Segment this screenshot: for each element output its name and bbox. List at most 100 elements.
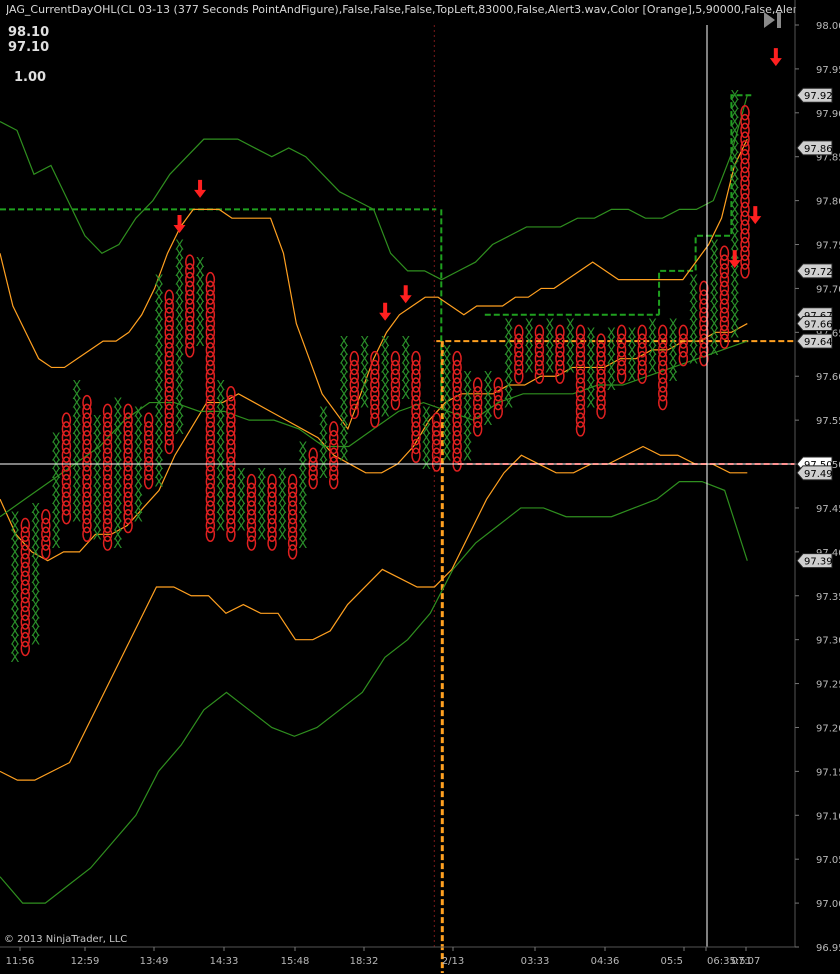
pnf-x-box: X — [31, 502, 40, 517]
price-tick-label: 96.95 — [816, 943, 840, 954]
pnf-o-box — [370, 350, 380, 367]
pnf-x-box: X — [586, 326, 595, 341]
price-tick-label: 97.15 — [816, 767, 840, 778]
pnf-o-box — [411, 350, 421, 367]
price-tick-label: 97.90 — [816, 109, 840, 120]
pnf-x-box: X — [72, 379, 81, 394]
price-marker-label: 97.72 — [804, 267, 833, 278]
price-tick-label: 97.60 — [816, 372, 840, 383]
pnf-x-box: X — [340, 335, 349, 350]
time-tick-label: 13:49 — [140, 956, 169, 967]
pnf-x-box: X — [484, 370, 493, 385]
time-tick-label: 11:56 — [6, 956, 35, 967]
pnf-o-box — [452, 350, 462, 367]
price-tick-label: 97.30 — [816, 636, 840, 647]
pnf-x-box: X — [93, 414, 102, 429]
price-tick-label: 97.20 — [816, 723, 840, 734]
pnf-o-box — [431, 412, 442, 428]
time-tick-label: 05:5 — [661, 956, 683, 967]
price-chart[interactable]: XXXXXXXXXXXXXXXXXXXXXXXXXXXXXXXXXXXXXXXX… — [0, 0, 840, 974]
price-axis: 98.0097.9597.9097.8597.8097.7597.7097.65… — [794, 0, 840, 954]
pnf-x-box: X — [442, 344, 451, 359]
pnf-x-box: X — [381, 335, 390, 350]
price-tick-label: 97.95 — [816, 65, 840, 76]
pnf-o-box — [82, 394, 92, 411]
time-tick-label: 04:36 — [591, 956, 620, 967]
pnf-o-box — [637, 324, 647, 341]
pnf-x-box: X — [648, 318, 657, 333]
pnf-x-box: X — [52, 432, 61, 447]
price-marker-label: 97.86 — [804, 144, 833, 155]
pnf-o-box — [390, 350, 401, 367]
time-tick-label: 12:59 — [71, 956, 100, 967]
pnf-o-box — [246, 473, 257, 490]
pnf-x-box: X — [627, 326, 636, 341]
pnf-o-box — [102, 403, 113, 420]
alert-arrow-icon — [173, 214, 186, 233]
pnf-x-box: X — [360, 335, 369, 350]
time-tick-label: 18:32 — [350, 956, 379, 967]
band-line — [0, 445, 748, 781]
time-tick-label: 15:48 — [281, 956, 310, 967]
pnf-o-box — [575, 324, 586, 341]
pnf-o-box — [205, 271, 216, 288]
pnf-o-box — [226, 386, 236, 402]
pnf-x-box: X — [525, 318, 534, 333]
time-axis: 11:56 12:59 13:49 14:33 15:48 18:32 2/13 03:33 0… — [0, 946, 795, 967]
pnf-o-box — [267, 473, 277, 490]
price-marker-label: 97.49 — [804, 469, 833, 480]
copyright-text: © 2013 NinjaTrader, LLC — [4, 934, 128, 945]
pnf-x-box: X — [319, 405, 328, 420]
pnf-o-box — [472, 377, 483, 393]
pnf-x-box: X — [216, 379, 225, 394]
pnf-o-box — [493, 377, 503, 393]
alert-arrow-icon — [194, 179, 207, 198]
price-tick-label: 97.55 — [816, 416, 840, 427]
price-tick-label: 97.45 — [816, 504, 840, 515]
price-tick-label: 97.75 — [816, 241, 840, 252]
pnf-o-box — [328, 421, 339, 437]
pnf-x-box: X — [689, 274, 698, 289]
pnf-x-box: X — [113, 397, 122, 412]
alert-arrow-icon — [379, 302, 392, 321]
pnf-x-box: X — [504, 318, 513, 333]
pnf-o-box — [534, 324, 545, 341]
pnf-o-box — [657, 324, 668, 341]
price-tick-label: 97.10 — [816, 811, 840, 822]
price-tick-label: 97.25 — [816, 680, 840, 691]
pnf-x-box: X — [669, 318, 678, 333]
band-line — [0, 138, 748, 431]
pnf-x-box: X — [401, 335, 410, 350]
pnf-o-box — [349, 350, 360, 367]
time-tick-label: 2/13 — [442, 956, 464, 967]
pnf-x-box: X — [298, 440, 307, 455]
pnf-x-box: X — [196, 256, 205, 271]
price-tick-label: 97.00 — [816, 899, 840, 910]
price-tick-label: 97.35 — [816, 592, 840, 603]
pnf-o-box — [555, 324, 565, 341]
pnf-x-box: X — [545, 318, 554, 333]
pnf-x-box: X — [422, 405, 431, 420]
alert-arrow-icon — [399, 285, 412, 304]
pnf-o-box — [308, 447, 318, 464]
pnf-x-box: X — [463, 370, 472, 385]
pnf-o-box — [123, 403, 133, 420]
pnf-x-box: X — [566, 318, 575, 333]
pnf-x-box: X — [154, 274, 163, 289]
price-tick-label: 97.80 — [816, 197, 840, 208]
price-marker-label: 97.66 — [804, 320, 833, 331]
pnf-o-box — [719, 245, 730, 262]
pnf-x-box: X — [237, 467, 246, 482]
price-marker-label: 97.64 — [804, 337, 833, 348]
pnf-o-box — [41, 508, 51, 525]
price-tick-label: 98.00 — [816, 21, 840, 32]
price-marker-label: 97.39 — [804, 557, 833, 568]
pnf-x-box: X — [11, 511, 20, 526]
pnf-x-box: X — [278, 467, 287, 482]
time-tick-label: 14:33 — [210, 956, 239, 967]
price-tick-label: 97.05 — [816, 855, 840, 866]
chart-window: JAG_CurrentDayOHL(CL 03-13 (377 Seconds … — [0, 0, 840, 974]
pnf-o-box — [61, 412, 72, 428]
band-line — [0, 95, 748, 281]
time-tick-label: 03:33 — [521, 956, 550, 967]
